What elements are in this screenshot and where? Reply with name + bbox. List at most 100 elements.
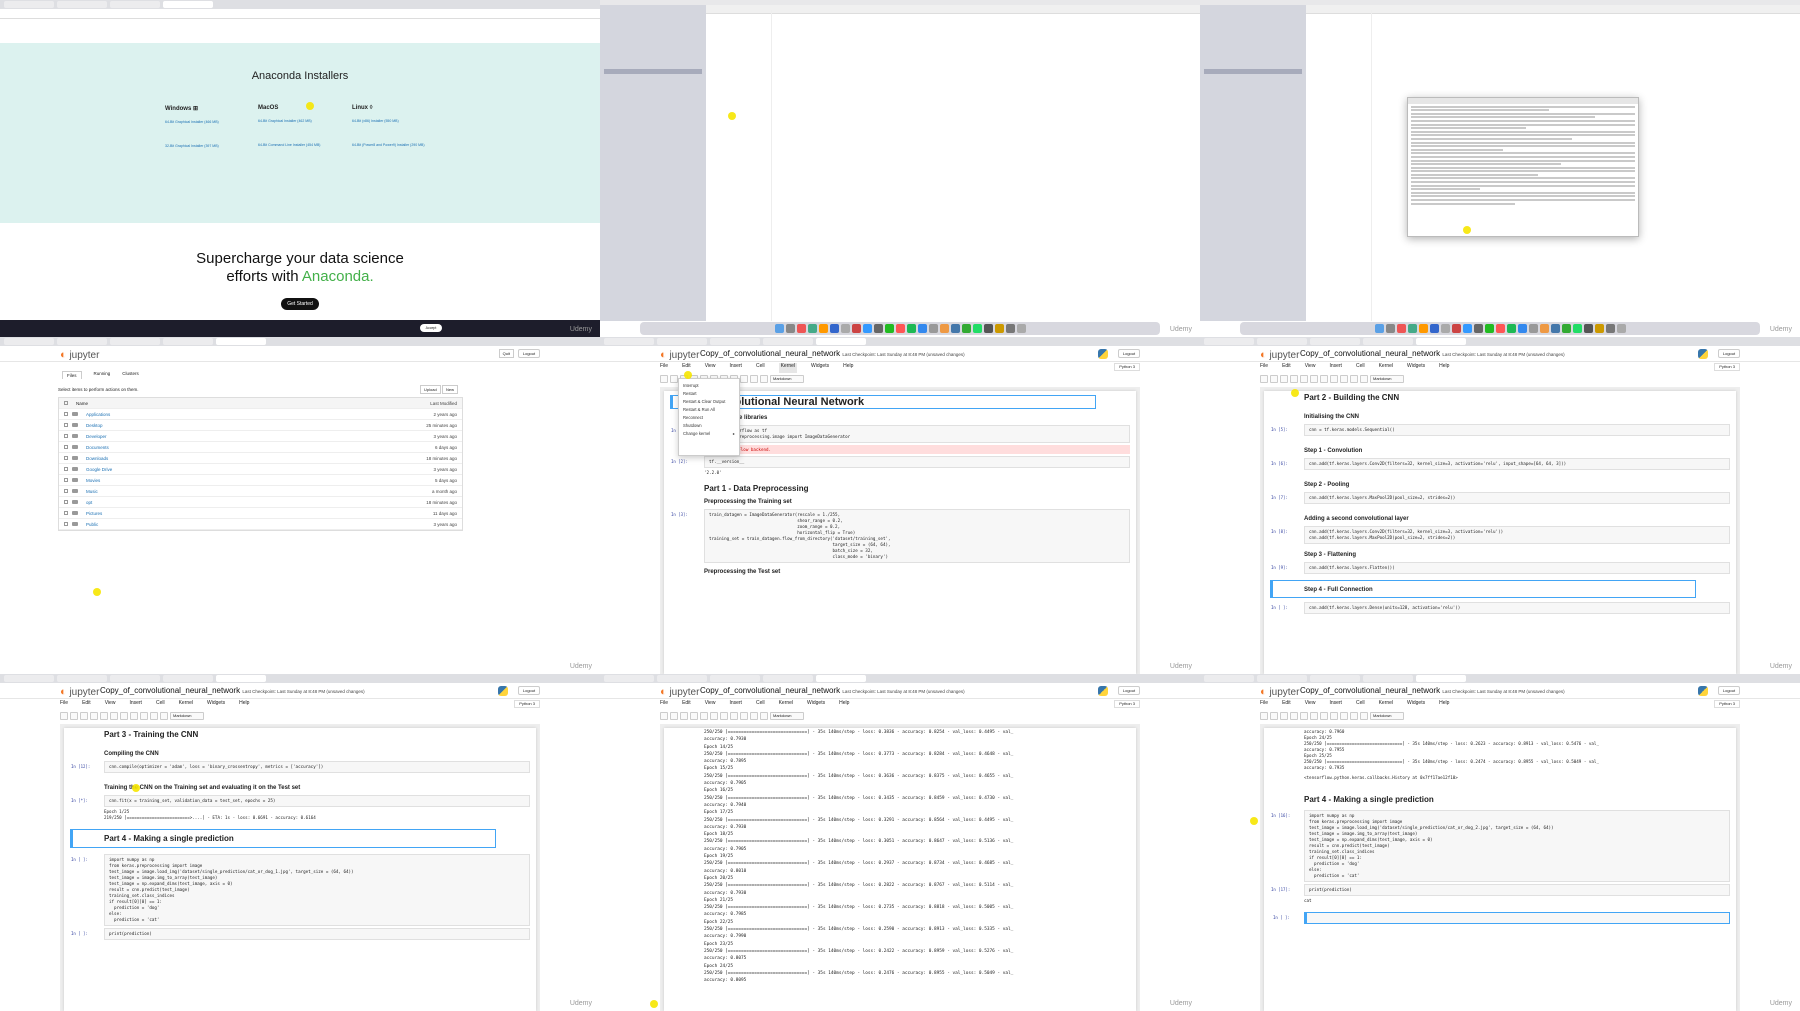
cell-code[interactable]: print(prediction) — [1309, 887, 1352, 892]
logout-button[interactable]: Logout — [1118, 349, 1140, 358]
logout-button[interactable]: Logout — [1718, 349, 1740, 358]
menu-help[interactable]: Help — [839, 700, 849, 710]
cell-type-select[interactable]: Markdown — [1370, 712, 1404, 720]
menu-help[interactable]: Help — [843, 363, 853, 373]
add-cell-icon[interactable] — [670, 712, 678, 720]
code-cell[interactable]: In [1]:import tensorflow as tf from kera… — [671, 425, 1130, 443]
move-up-icon[interactable] — [1310, 375, 1318, 383]
browser-tabs[interactable] — [600, 674, 1200, 683]
menu-kernel[interactable]: Kernel — [1379, 700, 1393, 710]
menu-view[interactable]: View — [1305, 700, 1316, 710]
notebook-title[interactable]: Copy_of_convolutional_neural_network Las… — [700, 349, 965, 358]
installer-link[interactable]: 64-Bit (Power8 and Power9) Installer (29… — [352, 143, 442, 147]
section-heading[interactable]: Step 4 - Full Connection — [1270, 580, 1696, 598]
menu-kernel[interactable]: Kernel — [1379, 363, 1393, 373]
logout-button[interactable]: Logout — [518, 349, 540, 358]
menu-view[interactable]: View — [705, 700, 716, 710]
fast-forward-icon[interactable] — [160, 712, 168, 720]
tab-files[interactable]: Files — [62, 371, 82, 379]
menu-cell[interactable]: Cell — [756, 363, 765, 373]
row-checkbox[interactable] — [64, 434, 68, 438]
menu-widgets[interactable]: Widgets — [207, 700, 225, 710]
cell-code[interactable]: tf.__version__ — [709, 459, 744, 464]
menu-kernel[interactable]: Kernel — [179, 700, 193, 710]
menu-item-restart[interactable]: Restart — [683, 390, 735, 398]
menu-help[interactable]: Help — [1439, 700, 1449, 710]
jupyter-logo[interactable]: ◐ jupyter — [1260, 686, 1299, 698]
notebook-page[interactable]: Part 3 - Training the CNN Compiling the … — [64, 728, 536, 1011]
save-icon[interactable] — [1260, 375, 1268, 383]
row-checkbox[interactable] — [64, 478, 68, 482]
installer-link[interactable]: 32-Bit Graphical Installer (397 MB) — [165, 144, 255, 148]
row-checkbox[interactable] — [64, 500, 68, 504]
notebook-name[interactable]: Copy_of_convolutional_neural_network — [1300, 686, 1440, 695]
dock[interactable] — [640, 322, 1160, 335]
code-cell[interactable]: In [6]: cnn.add(tf.keras.layers.Conv2D(fi… — [1271, 458, 1730, 470]
file-name[interactable]: Music — [86, 489, 432, 494]
cell-code[interactable]: train_datagen = ImageDataGenerator(resca… — [709, 512, 891, 559]
file-row[interactable]: Public 3 years ago — [59, 519, 462, 530]
jupyter-logo[interactable]: ◐ jupyter — [660, 349, 699, 361]
menu-widgets[interactable]: Widgets — [811, 363, 829, 373]
menu-file[interactable]: File — [1260, 363, 1268, 373]
menu-widgets[interactable]: Widgets — [1407, 363, 1425, 373]
finder-sidebar[interactable] — [1200, 5, 1306, 321]
row-checkbox[interactable] — [64, 456, 68, 460]
logout-button[interactable]: Logout — [518, 686, 540, 695]
menu-kernel[interactable]: Kernel — [778, 363, 798, 373]
file-name[interactable]: Movies — [86, 478, 435, 483]
menu-insert[interactable]: Insert — [129, 700, 142, 710]
run-icon[interactable] — [730, 712, 738, 720]
cell-code[interactable]: cnn.fit(x = training_set, validation_dat… — [109, 798, 275, 803]
notebook-page[interactable]: accuracy: 0.7960 Epoch 24/25 250/250 [==… — [1264, 728, 1736, 1011]
restart-icon[interactable] — [750, 375, 758, 383]
cell-type-select[interactable]: Markdown — [1370, 375, 1404, 383]
code-cell[interactable]: In [*]: cnn.fit(x = training_set, validat… — [71, 795, 530, 807]
run-icon[interactable] — [1330, 712, 1338, 720]
section-heading[interactable]: Part 4 - Making a single prediction — [70, 829, 496, 848]
copy-icon[interactable] — [1290, 712, 1298, 720]
file-name[interactable]: Developer — [86, 434, 433, 439]
cell-code[interactable]: cnn = tf.keras.models.Sequential() — [1309, 427, 1395, 432]
menu-insert[interactable]: Insert — [1329, 700, 1342, 710]
row-checkbox[interactable] — [64, 511, 68, 515]
notebook-title[interactable]: Copy_of_convolutional_neural_network Las… — [100, 686, 365, 695]
notebook-title[interactable]: Copy_of_convolutional_neural_network Las… — [1300, 686, 1565, 695]
restart-icon[interactable] — [1350, 712, 1358, 720]
notebook-title[interactable]: Copy_of_convolutional_neural_network Las… — [700, 686, 965, 695]
menu-item-restart-clear[interactable]: Restart & Clear Output — [683, 398, 735, 406]
browser-tabs[interactable] — [1200, 337, 1800, 346]
finder-toolbar[interactable] — [1306, 5, 1800, 14]
cell-code[interactable]: cnn.add(tf.keras.layers.Dense(units=128,… — [1309, 605, 1460, 610]
quit-button[interactable]: Quit — [498, 349, 514, 358]
menu-widgets[interactable]: Widgets — [807, 700, 825, 710]
save-icon[interactable] — [1260, 712, 1268, 720]
file-row[interactable]: Developer 3 years ago — [59, 431, 462, 442]
move-up-icon[interactable] — [1310, 712, 1318, 720]
menu-edit[interactable]: Edit — [1282, 363, 1291, 373]
notebook-page[interactable]: 250/250 [==============================]… — [664, 728, 1136, 1011]
add-cell-icon[interactable] — [1270, 712, 1278, 720]
cell-code[interactable]: import numpy as np from keras.preprocess… — [1309, 813, 1554, 878]
file-name[interactable]: Downloads — [86, 456, 426, 461]
menu-widgets[interactable]: Widgets — [1407, 700, 1425, 710]
browser-tabs[interactable] — [0, 337, 600, 346]
menu-item-interrupt[interactable]: Interrupt — [683, 382, 735, 390]
fast-forward-icon[interactable] — [760, 375, 768, 383]
row-checkbox[interactable] — [64, 522, 68, 526]
code-cell[interactable]: In [2]: tf.__version__ — [671, 456, 1130, 468]
cut-icon[interactable] — [1280, 375, 1288, 383]
stop-icon[interactable] — [140, 712, 148, 720]
file-row[interactable]: Downloads 18 minutes ago — [59, 453, 462, 464]
browser-tabs[interactable] — [600, 337, 1200, 346]
file-name[interactable]: Applications — [86, 412, 433, 417]
file-name[interactable]: Desktop — [86, 423, 426, 428]
menu-cell[interactable]: Cell — [156, 700, 165, 710]
window-titlebar[interactable] — [1408, 98, 1638, 104]
restart-icon[interactable] — [750, 712, 758, 720]
menu-insert[interactable]: Insert — [729, 700, 742, 710]
copy-icon[interactable] — [1290, 375, 1298, 383]
notebook-name[interactable]: Copy_of_convolutional_neural_network — [1300, 349, 1440, 358]
menu-file[interactable]: File — [1260, 700, 1268, 710]
menu-view[interactable]: View — [105, 700, 116, 710]
